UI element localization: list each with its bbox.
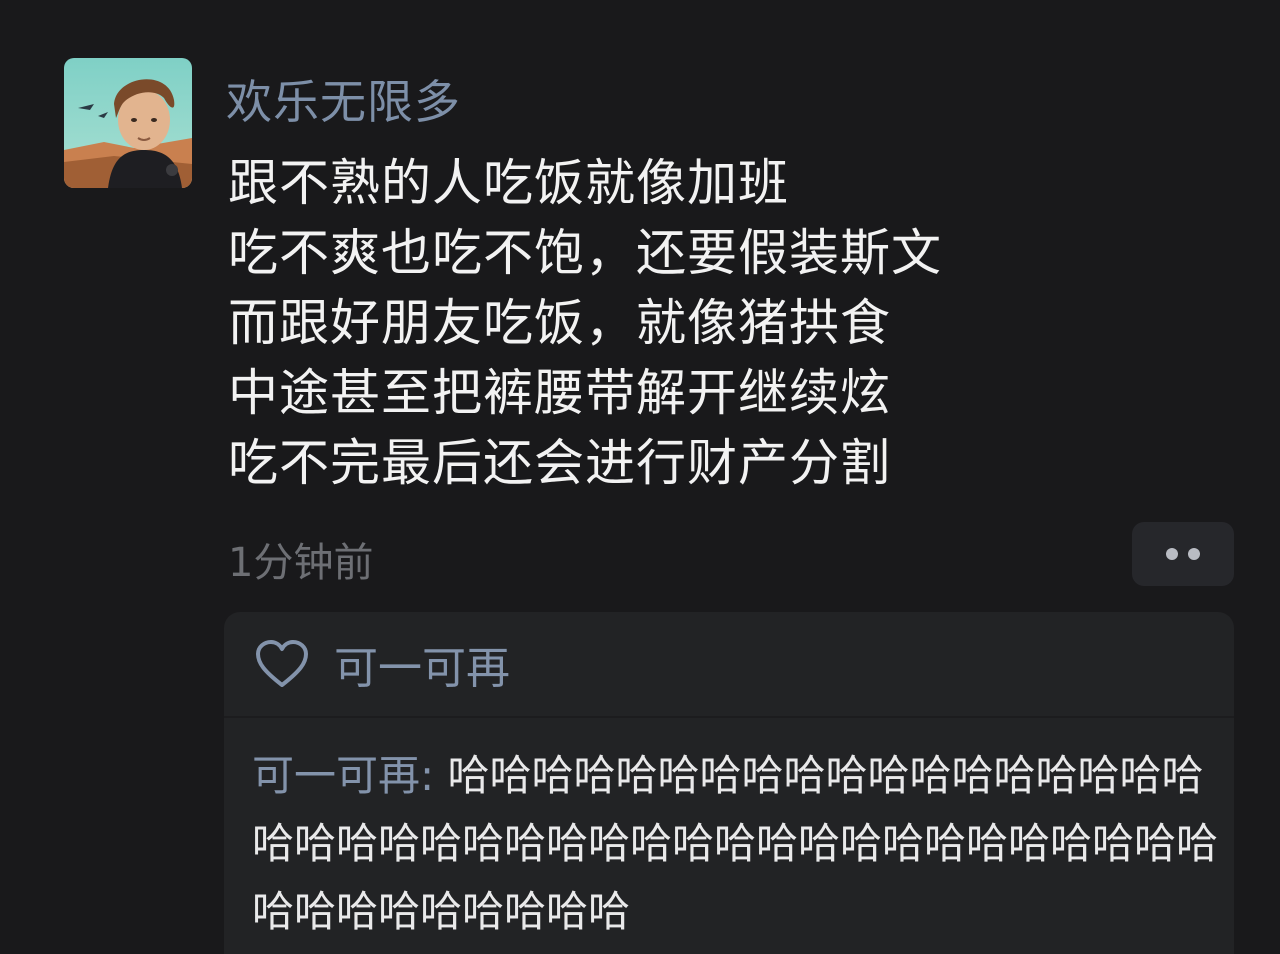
post-content: 跟不熟的人吃饭就像加班 吃不爽也吃不饱，还要假装斯文 而跟好朋友吃饭，就像猪拱食…	[228, 148, 1128, 498]
more-dots-icon	[1188, 548, 1200, 560]
post-username[interactable]: 欢乐无限多	[226, 66, 461, 132]
divider	[224, 716, 1234, 718]
post-text-line: 吃不完最后还会进行财产分割	[228, 434, 891, 492]
more-dots-icon	[1166, 548, 1178, 560]
heart-icon	[256, 640, 308, 687]
comment-separator: :	[420, 751, 448, 800]
post-text-line: 中途甚至把裤腰带解开继续炫	[228, 364, 891, 422]
more-actions-button[interactable]	[1132, 522, 1234, 586]
post-text-line: 吃不爽也吃不饱，还要假装斯文	[228, 224, 942, 282]
likes-comments-panel: 可一可再 可一可再: 哈哈哈哈哈哈哈哈哈哈哈哈哈哈哈哈哈哈哈哈哈哈哈哈哈哈哈哈哈…	[224, 612, 1234, 954]
comment-author[interactable]: 可一可再	[252, 751, 420, 800]
post-timestamp: 1分钟前	[228, 540, 374, 586]
avatar-image	[64, 58, 192, 188]
comment-item[interactable]: 可一可再: 哈哈哈哈哈哈哈哈哈哈哈哈哈哈哈哈哈哈哈哈哈哈哈哈哈哈哈哈哈哈哈哈哈哈…	[252, 742, 1232, 946]
liker-name[interactable]: 可一可再	[334, 632, 510, 696]
post-text-line: 而跟好朋友吃饭，就像猪拱食	[228, 294, 891, 352]
post-text-line: 跟不熟的人吃饭就像加班	[228, 154, 789, 212]
likes-row: 可一可再	[254, 634, 510, 694]
user-avatar[interactable]	[64, 58, 192, 188]
moments-post: 欢乐无限多 跟不熟的人吃饭就像加班 吃不爽也吃不饱，还要假装斯文 而跟好朋友吃饭…	[0, 0, 1280, 954]
